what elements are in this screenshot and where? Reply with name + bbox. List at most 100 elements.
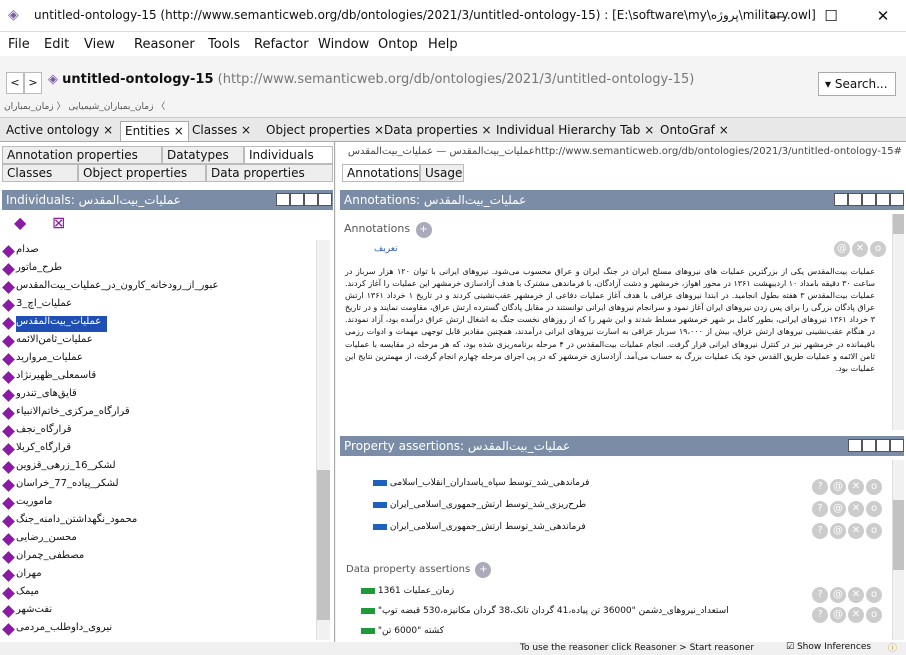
delete-icon[interactable]: ✕ — [848, 501, 864, 517]
individual-item[interactable]: عبور_از_رودخانه_کارون_در_عملیات_بیت‌المق… — [2, 280, 218, 296]
menu-ontop[interactable]: Ontop — [378, 37, 418, 52]
delete-icon[interactable]: ✕ — [848, 587, 864, 603]
edit-icon[interactable]: o — [866, 523, 882, 539]
individual-item[interactable]: قرارگاه_نجف — [2, 424, 72, 440]
view-split-icon[interactable] — [862, 193, 876, 206]
show-inferences-checkbox[interactable]: ☑ Show Inferences — [786, 642, 871, 652]
tab-active-ontology[interactable]: Active ontology × — [2, 121, 117, 141]
view-max-icon[interactable] — [876, 439, 890, 452]
tab-classes[interactable]: Classes × — [188, 121, 255, 141]
individual-item[interactable]: ماموریت — [2, 496, 52, 512]
view-toggle-icon[interactable] — [276, 193, 290, 206]
data-assertion-row[interactable]: "استعداد_نیروهای_دشمن "36000 تن پیاده،41… — [358, 606, 729, 626]
view-split-icon[interactable] — [862, 439, 876, 452]
forward-button[interactable]: > — [24, 72, 42, 94]
individual-item[interactable]: عملیات_مروارید — [2, 352, 83, 368]
scrollbar-thumb[interactable] — [893, 500, 904, 570]
tab-data-properties[interactable]: Data properties × — [380, 121, 496, 141]
menu-reasoner[interactable]: Reasoner — [134, 37, 195, 52]
delete-icon[interactable]: ✕ — [848, 479, 864, 495]
individual-item[interactable]: قرارگاه_مرکزی_خاتم‌الانبیاء — [2, 406, 130, 422]
individual-item[interactable]: قاسمعلی_ظهیرنژاد — [2, 370, 96, 386]
back-button[interactable]: < — [6, 72, 24, 94]
view-close-icon[interactable] — [890, 193, 904, 206]
subtab-usage[interactable]: Usage — [420, 164, 464, 182]
tab-close-icon[interactable]: × — [241, 123, 251, 137]
edit-icon[interactable]: o — [866, 607, 882, 623]
view-split-icon[interactable] — [290, 193, 304, 206]
delete-individual-icon[interactable]: ⊠ — [52, 213, 65, 232]
view-max-icon[interactable] — [876, 193, 890, 206]
annotate-icon[interactable]: @ — [830, 607, 846, 623]
tab-close-icon[interactable]: × — [719, 123, 729, 137]
individual-item[interactable]: عملیات_اچ_3 — [2, 298, 72, 314]
view-close-icon[interactable] — [318, 193, 332, 206]
object-assertion-row[interactable]: طرح‌ریزی_شد_توسط ارتش_جمهوری_اسلامی_ایرا… — [370, 500, 586, 520]
tab-entities[interactable]: Entities × — [120, 121, 189, 141]
warning-icon[interactable]: ⓘ — [888, 641, 897, 654]
add-individual-icon[interactable]: ◆ — [14, 213, 26, 232]
individual-item[interactable]: لشکر_پیاده_77_خراسان — [2, 478, 119, 494]
add-annotation-icon[interactable]: + — [415, 222, 432, 238]
edit-icon[interactable]: o — [870, 241, 886, 257]
subtab-data-properties[interactable]: Data properties — [206, 164, 333, 182]
help-icon[interactable]: ? — [812, 587, 828, 603]
individual-item[interactable]: طرح_ماتور — [2, 262, 62, 278]
individuals-scrollbar[interactable] — [316, 240, 330, 640]
individual-item[interactable]: محمود_نگهداشتن_دامنه_جنگ — [2, 514, 137, 530]
subtab-datatypes[interactable]: Datatypes — [162, 146, 244, 164]
edit-icon[interactable]: o — [866, 479, 882, 495]
assertions-scrollbar[interactable] — [892, 460, 904, 640]
tab-close-icon[interactable]: × — [174, 124, 184, 138]
help-icon[interactable]: ? — [812, 523, 828, 539]
help-icon[interactable]: ? — [812, 501, 828, 517]
view-toggle-icon[interactable] — [848, 193, 862, 206]
scrollbar-thumb[interactable] — [317, 470, 330, 620]
annotate-icon[interactable]: @ — [834, 241, 850, 257]
close-button[interactable]: ✕ — [860, 0, 906, 32]
help-icon[interactable]: ? — [812, 479, 828, 495]
individual-item[interactable]: قایق‌های_تندرو — [2, 388, 77, 404]
help-icon[interactable]: ? — [812, 607, 828, 623]
menu-help[interactable]: Help — [428, 37, 458, 52]
annotation-text[interactable]: عملیات بیت‌المقدس یکی از بزرگترین عملیات… — [345, 266, 875, 375]
annotate-icon[interactable]: @ — [830, 523, 846, 539]
edit-icon[interactable]: o — [866, 587, 882, 603]
add-data-assertion-icon[interactable]: + — [475, 562, 492, 578]
tab-close-icon[interactable]: × — [644, 123, 654, 137]
individual-item[interactable]: صدام — [2, 244, 39, 260]
delete-icon[interactable]: ✕ — [848, 607, 864, 623]
tab-ontograf[interactable]: OntoGraf × — [656, 121, 733, 141]
view-toggle-icon[interactable] — [848, 439, 862, 452]
subtab-classes[interactable]: Classes — [2, 164, 78, 182]
edit-icon[interactable]: o — [866, 501, 882, 517]
individual-item[interactable]: نیروی_داوطلب_مردمی — [2, 622, 112, 638]
individual-item[interactable]: مصطفی_چمران — [2, 550, 84, 566]
subtab-annotation-properties[interactable]: Annotation properties — [2, 146, 162, 164]
data-assertion-row[interactable]: "کشته "6000 تن — [358, 626, 444, 640]
object-assertion-row[interactable]: فرماندهی_شد_توسط سپاه_پاسداران_انقلاب_اس… — [370, 478, 589, 498]
menu-tools[interactable]: Tools — [208, 37, 240, 52]
breadcrumb[interactable]: زمان_بمباران_شیمیایی 〈 زمان_بمباران 〈 — [4, 99, 165, 112]
tab-object-properties[interactable]: Object properties × — [262, 121, 388, 141]
delete-icon[interactable]: ✕ — [852, 241, 868, 257]
tab-close-icon[interactable]: × — [482, 123, 492, 137]
annotate-icon[interactable]: @ — [830, 501, 846, 517]
menu-view[interactable]: View — [84, 37, 115, 52]
scrollbar-thumb[interactable] — [893, 214, 904, 234]
subtab-object-properties[interactable]: Object properties — [78, 164, 206, 182]
annotate-icon[interactable]: @ — [830, 479, 846, 495]
individual-item[interactable]: میمک — [2, 586, 39, 602]
maximize-button[interactable]: ☐ — [808, 0, 854, 32]
view-max-icon[interactable] — [304, 193, 318, 206]
individual-item[interactable]: مهران — [2, 568, 42, 584]
help-icon[interactable] — [834, 193, 848, 206]
data-assertion-row[interactable]: زمان_عملیات 1361 — [358, 586, 454, 606]
individual-item-selected[interactable]: عملیات_بیت‌المقدس — [2, 316, 108, 332]
search-button[interactable]: ▾ Search... — [818, 72, 896, 96]
individual-item[interactable]: لشکر_16_زرهی_قزوین — [2, 460, 116, 476]
annotate-icon[interactable]: @ — [830, 587, 846, 603]
individual-item[interactable]: محسن_رضایی — [2, 532, 77, 548]
individual-item[interactable]: نفت‌شهر — [2, 604, 52, 620]
tab-close-icon[interactable]: × — [103, 123, 113, 137]
